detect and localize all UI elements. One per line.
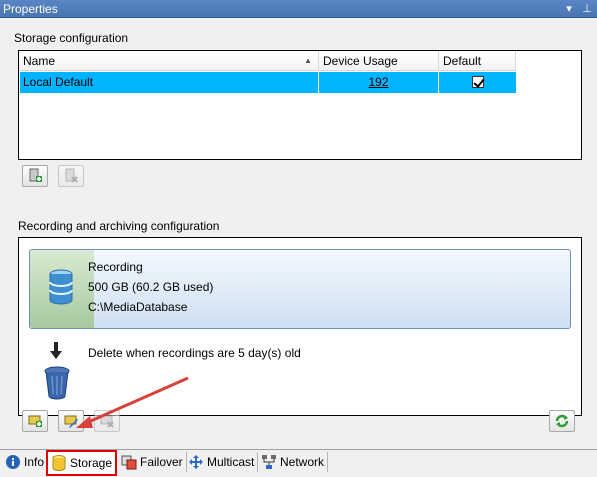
remove-storage-icon [65, 168, 78, 183]
tab-failover[interactable]: Failover [118, 452, 187, 472]
tab-network[interactable]: Network [258, 452, 329, 472]
add-storage-icon [29, 168, 42, 182]
recording-card[interactable]: Recording 500 GB (60.2 GB used) C:\Media… [29, 249, 571, 329]
column-header-device-usage[interactable]: Device Usage [319, 51, 439, 71]
down-arrow-icon [50, 342, 62, 359]
pin-icon[interactable]: ⊥ [581, 0, 593, 18]
window-title: Properties [3, 2, 58, 16]
default-checkbox[interactable] [471, 76, 484, 88]
column-header-name[interactable]: Name ▲ [19, 51, 319, 71]
network-icon [262, 455, 276, 469]
tab-bar: Info Storage Failover Multicast Network [0, 449, 597, 477]
tab-storage-label: Storage [70, 456, 113, 470]
tab-multicast-label: Multicast [207, 455, 255, 469]
tab-storage[interactable]: Storage [46, 450, 118, 476]
multicast-icon [189, 455, 203, 469]
refresh-button[interactable] [549, 410, 575, 432]
tab-info[interactable]: Info [2, 452, 49, 472]
delete-rule-text: Delete when recordings are 5 day(s) old [88, 346, 301, 360]
tab-network-label: Network [280, 455, 325, 469]
sort-ascending-icon: ▲ [304, 56, 312, 65]
recording-group-label: Recording and archiving configuration [18, 219, 220, 233]
database-icon [52, 455, 66, 471]
database-icon [49, 269, 73, 305]
properties-panel: Storage configuration Name ▲ Device Usag… [0, 18, 597, 449]
refresh-icon [555, 414, 569, 428]
info-icon [6, 455, 20, 469]
cell-device-usage-link[interactable]: 192 [319, 72, 439, 93]
dropdown-arrow-icon[interactable]: ▾ [563, 0, 575, 18]
cell-default[interactable] [439, 72, 516, 93]
recycle-bin-icon [44, 366, 70, 400]
cell-name[interactable]: Local Default [20, 72, 319, 93]
add-storage-button[interactable] [22, 165, 48, 187]
tab-info-label: Info [24, 455, 45, 469]
recording-size: 500 GB (60.2 GB used) [88, 280, 214, 294]
add-archive-icon [28, 415, 42, 427]
storage-grid-header: Name ▲ Device Usage Default [19, 51, 516, 71]
storage-group-label: Storage configuration [14, 31, 129, 45]
tab-failover-label: Failover [140, 455, 183, 469]
storage-grid[interactable]: Name ▲ Device Usage Default Local Defaul… [18, 50, 582, 160]
column-header-default[interactable]: Default [439, 51, 516, 71]
recording-title: Recording [88, 260, 143, 274]
add-archive-button[interactable] [22, 410, 48, 432]
tab-multicast[interactable]: Multicast [185, 452, 259, 472]
table-row[interactable]: Local Default 192 [20, 72, 516, 93]
remove-storage-button[interactable] [58, 165, 84, 187]
failover-icon [121, 455, 137, 470]
recording-path: C:\MediaDatabase [88, 300, 188, 314]
window-controls: ▾ ⊥ [563, 0, 593, 18]
title-bar: Properties ▾ ⊥ [0, 0, 597, 18]
annotation-arrow [76, 376, 189, 428]
